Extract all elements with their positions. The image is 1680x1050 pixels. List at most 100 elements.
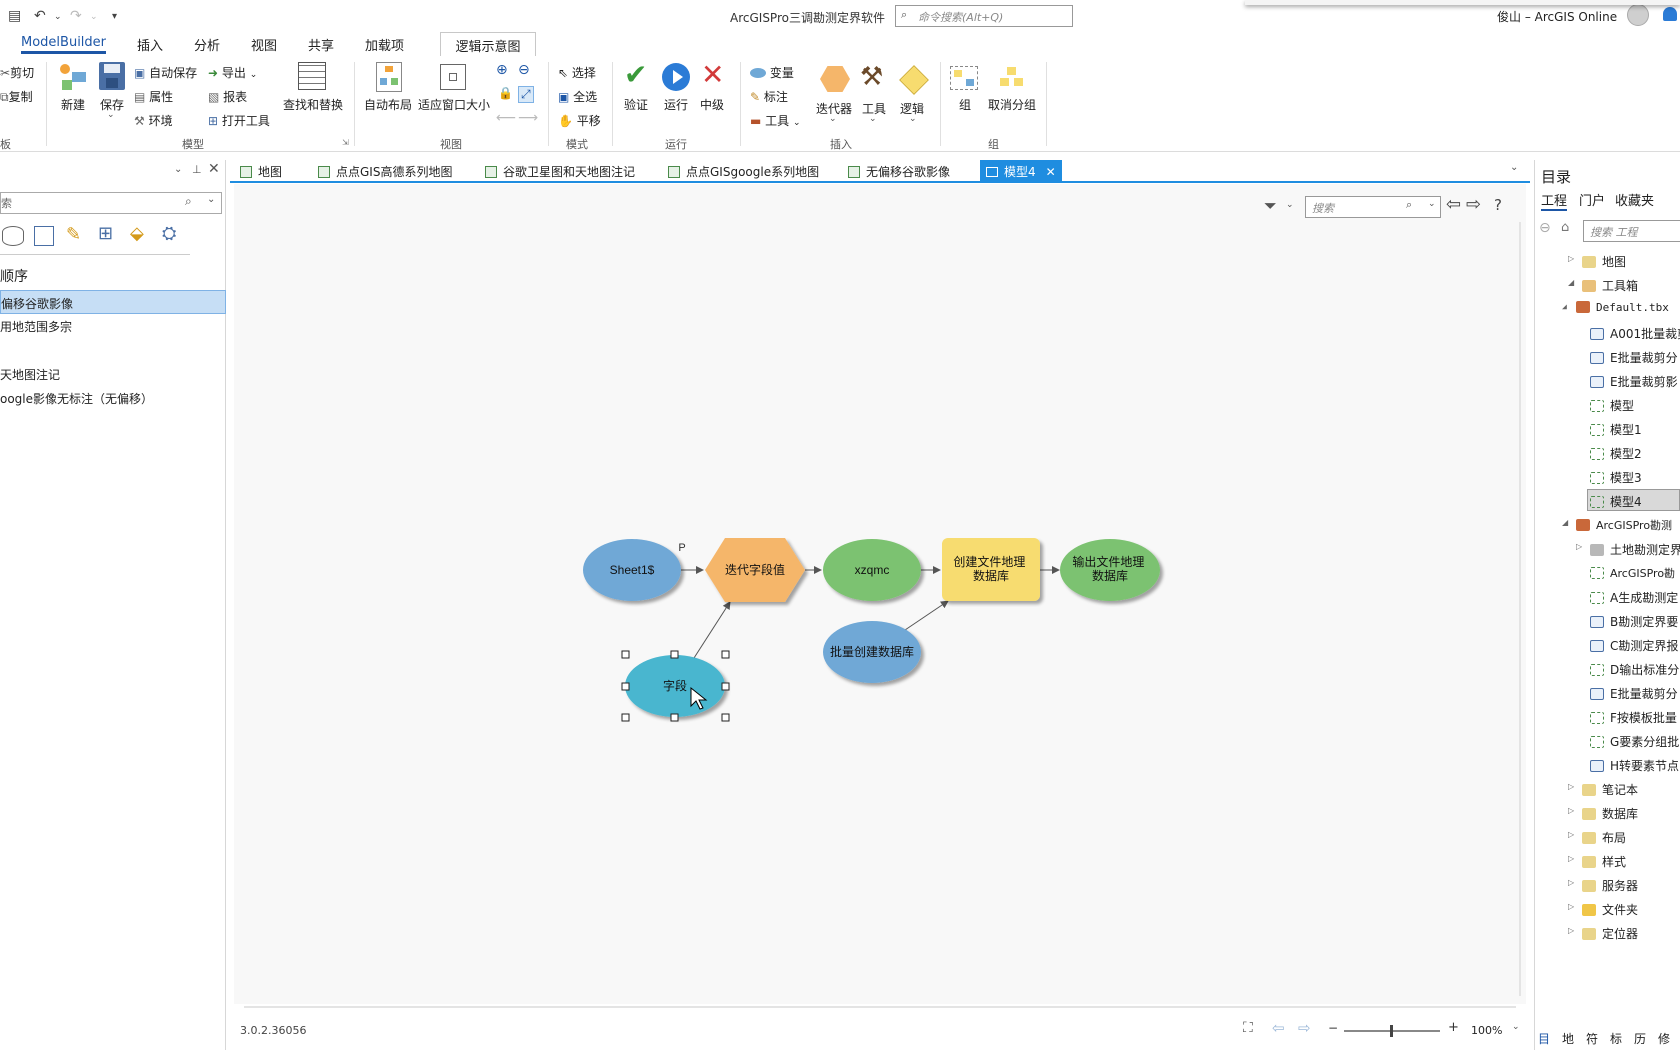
- expand-icon[interactable]: ▷: [1576, 542, 1582, 551]
- tree-tool-item[interactable]: A001批量裁剪: [1590, 322, 1680, 344]
- expand-icon[interactable]: ▷: [1568, 878, 1574, 887]
- expand-icon[interactable]: ▷: [1568, 806, 1574, 815]
- tree-folders[interactable]: ▷ 文件夹: [1568, 898, 1638, 920]
- tree-notebooks[interactable]: ▷ 笔记本: [1568, 778, 1638, 800]
- xzqmc-node-label: xzqmc: [855, 563, 890, 577]
- model-icon: [1590, 472, 1604, 484]
- model-icon: [1590, 712, 1604, 724]
- toolset-icon: [1590, 544, 1604, 556]
- batch-create-node-label: 批量创建数据库: [830, 644, 914, 659]
- script-tool-icon: [1590, 640, 1604, 652]
- bottom-tab-label[interactable]: 标: [1610, 1030, 1622, 1047]
- connector-batch-create[interactable]: [904, 600, 949, 631]
- tree-tool-item[interactable]: H转要素节点: [1590, 754, 1679, 776]
- connector-field-iterate[interactable]: [693, 601, 731, 659]
- script-tool-icon: [1590, 616, 1604, 628]
- create-gdb-node-label: 创建文件地理: [953, 554, 1025, 569]
- tree-model-item[interactable]: 模型3: [1590, 466, 1642, 488]
- tree-model-item[interactable]: D输出标准分: [1590, 658, 1679, 680]
- tree-model-item[interactable]: ArcGISPro勘: [1590, 562, 1675, 584]
- tree-default-tbx[interactable]: ◢ Default.tbx: [1562, 298, 1669, 320]
- tree-tool-item[interactable]: E批量裁剪分: [1590, 346, 1678, 368]
- script-tool-icon: [1590, 688, 1604, 700]
- expand-icon[interactable]: ▷: [1568, 854, 1574, 863]
- tree-styles[interactable]: ▷ 样式: [1568, 850, 1626, 872]
- folder-locator-icon: [1582, 928, 1596, 940]
- model-icon: [1590, 567, 1604, 579]
- bottom-tab-geo[interactable]: 地: [1562, 1030, 1574, 1047]
- tree-model-item[interactable]: 模型: [1590, 394, 1634, 416]
- script-tool-icon: [1590, 760, 1604, 772]
- field-node-label: 字段: [663, 678, 687, 693]
- previous-extent-icon[interactable]: ⇦: [1272, 1019, 1285, 1037]
- tree-model-item[interactable]: 模型2: [1590, 442, 1642, 464]
- bottom-tab-symbol[interactable]: 符: [1586, 1030, 1598, 1047]
- script-tool-icon: [1590, 328, 1604, 340]
- tree-model-item-selected[interactable]: 模型4: [1587, 489, 1680, 511]
- toolbox-icon: [1576, 519, 1590, 531]
- collapse-icon[interactable]: ◢: [1562, 302, 1567, 311]
- folder-layout-icon: [1582, 832, 1596, 844]
- script-tool-icon: [1590, 352, 1604, 364]
- sheet-node-label: Sheet1$: [610, 563, 655, 577]
- model-diagram: Sheet1$ P 迭代字段值 xzqmc 创建文件地理 数据库 输出文件地理 …: [244, 222, 1521, 1037]
- tree-servers[interactable]: ▷ 服务器: [1568, 874, 1638, 896]
- catalog-title: 目录: [1541, 168, 1572, 186]
- bottom-tab-modify[interactable]: 修: [1658, 1030, 1670, 1047]
- script-tool-icon: [1590, 376, 1604, 388]
- tree-tool-item[interactable]: C勘测定界报: [1590, 634, 1678, 656]
- back-circle-icon[interactable]: ⊖: [1539, 220, 1551, 236]
- zoom-dropdown-icon[interactable]: ⌄: [1512, 1022, 1520, 1032]
- model-icon: [1590, 448, 1604, 460]
- model-icon: [1590, 736, 1604, 748]
- catalog-search-placeholder: 搜索 工程: [1590, 226, 1638, 239]
- parameter-marker: P: [678, 542, 685, 554]
- expand-icon[interactable]: ▷: [1568, 926, 1574, 935]
- tree-model-item[interactable]: F按模板批量: [1590, 706, 1677, 728]
- tree-layouts[interactable]: ▷ 布局: [1568, 826, 1626, 848]
- tree-toolset-item[interactable]: ▷ 土地勘测定界: [1576, 538, 1680, 560]
- folder-map-icon: [1582, 256, 1596, 268]
- tree-maps[interactable]: ▷ 地图: [1568, 250, 1626, 272]
- tree-model-item[interactable]: A生成勘测定: [1590, 586, 1678, 608]
- folder-notebook-icon: [1582, 784, 1596, 796]
- output-gdb-node-label-line2: 数据库: [1092, 568, 1128, 583]
- expand-icon[interactable]: ▷: [1568, 782, 1574, 791]
- tree-toolboxes[interactable]: ◢ 工具箱: [1568, 274, 1638, 296]
- folder-style-icon: [1582, 856, 1596, 868]
- folder-server-icon: [1582, 880, 1596, 892]
- expand-icon[interactable]: ▷: [1568, 254, 1574, 263]
- bottom-tab-history[interactable]: 历: [1634, 1030, 1646, 1047]
- model-icon: [1590, 664, 1604, 676]
- model-icon: [1590, 592, 1604, 604]
- tree-model-item[interactable]: G要素分组批: [1590, 730, 1679, 752]
- catalog-tab-portal[interactable]: 门户: [1579, 190, 1605, 209]
- expand-icon[interactable]: ▷: [1568, 830, 1574, 839]
- tree-tool-item[interactable]: E批量裁剪分: [1590, 682, 1678, 704]
- iterate-node-label: 迭代字段值: [725, 562, 785, 577]
- catalog-search-input[interactable]: 搜索 工程: [1583, 220, 1680, 242]
- expand-icon[interactable]: ▷: [1568, 902, 1574, 911]
- next-extent-icon[interactable]: ⇨: [1298, 1019, 1311, 1037]
- tree-databases[interactable]: ▷ 数据库: [1568, 802, 1638, 824]
- tree-locators[interactable]: ▷ 定位器: [1568, 922, 1638, 944]
- tree-tool-item[interactable]: E批量裁剪影: [1590, 370, 1678, 392]
- folder-icon: [1582, 904, 1596, 916]
- collapse-icon[interactable]: ◢: [1562, 518, 1568, 527]
- zoom-slider-thumb[interactable]: [1390, 1025, 1393, 1037]
- fit-extent-icon[interactable]: ⛶: [1243, 1020, 1253, 1036]
- zoom-level[interactable]: 100%: [1471, 1024, 1502, 1037]
- model-icon: [1590, 400, 1604, 412]
- bottom-tab-catalog[interactable]: 目: [1538, 1030, 1550, 1047]
- tree-pro-tbx[interactable]: ◢ ArcGISPro勘测: [1562, 514, 1672, 536]
- output-gdb-node-label: 输出文件地理: [1072, 554, 1144, 569]
- zoom-in-icon[interactable]: +: [1448, 1020, 1459, 1035]
- tree-model-item[interactable]: 模型1: [1590, 418, 1642, 440]
- zoom-out-icon[interactable]: −: [1328, 1021, 1338, 1035]
- model-icon: [1590, 424, 1604, 436]
- catalog-tab-project[interactable]: 工程: [1541, 190, 1568, 211]
- catalog-tab-favorites[interactable]: 收藏夹: [1615, 190, 1654, 209]
- home-icon[interactable]: ⌂: [1561, 220, 1569, 235]
- collapse-icon[interactable]: ◢: [1568, 278, 1574, 287]
- tree-tool-item[interactable]: B勘测定界要: [1590, 610, 1678, 632]
